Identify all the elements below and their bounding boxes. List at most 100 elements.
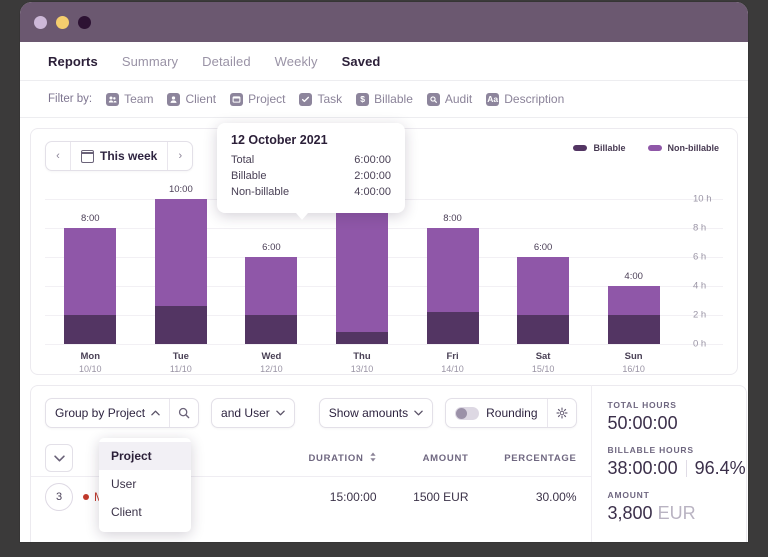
search-icon[interactable] [170, 407, 198, 419]
row-percentage: 30.00% [469, 490, 577, 504]
filter-team[interactable]: Team [106, 92, 153, 106]
dropdown-option-project[interactable]: Project [99, 442, 191, 470]
minimize-button[interactable] [56, 16, 69, 29]
chart-segment-billable [245, 315, 297, 344]
filter-client-label: Client [185, 92, 216, 106]
chart-x-label-date: 14/10 [427, 364, 479, 374]
and-user-control[interactable]: and User [211, 398, 295, 428]
group-by-label: Group by Project [55, 406, 145, 420]
filter-audit[interactable]: Audit [427, 92, 472, 106]
rounding-label: Rounding [486, 406, 537, 420]
expand-all-button[interactable] [45, 444, 73, 472]
chart-x-label: Sat 15/10 [517, 351, 569, 374]
chart-segment-non-billable [245, 257, 297, 315]
chevron-up-icon [151, 408, 160, 418]
rounding-control[interactable]: Rounding [445, 398, 576, 428]
chart-y-tick-label: 10 h [693, 193, 727, 204]
legend-swatch-billable [573, 145, 587, 151]
chart-segment-non-billable [64, 228, 116, 315]
task-checkbox-icon [299, 93, 312, 106]
sort-icon[interactable] [369, 452, 377, 465]
dropdown-option-client[interactable]: Client [99, 498, 191, 526]
tooltip-row-billable: Billable 2:00:00 [231, 169, 391, 185]
tooltip-row-total: Total 6:00:00 [231, 153, 391, 169]
chart-y-tick-label: 6 h [693, 251, 727, 262]
and-user-button[interactable]: and User [212, 406, 294, 420]
chart-x-label: Thu13/10 [336, 351, 388, 374]
chart-bar-value-label: 8:00 [64, 213, 116, 224]
report-table-section: Group by Project and User [30, 385, 738, 542]
column-header-duration[interactable]: DURATION [249, 452, 377, 465]
chart-x-label: Fri14/10 [427, 351, 479, 374]
chart-tooltip: 12 October 2021 Total 6:00:00 Billable 2… [217, 123, 405, 213]
legend-swatch-non-billable [648, 145, 662, 151]
chart-x-axis-labels: Mon10/10Tue11/10Wed12/10Thu13/10Fri14/10… [45, 351, 679, 374]
chart-bar-group[interactable]: 6:00 [517, 184, 569, 344]
tab-detailed[interactable]: Detailed [202, 54, 251, 69]
filter-billable-label: Billable [374, 92, 413, 106]
chart-y-tick-label: 8 h [693, 222, 727, 233]
chart-bar-value-label: 4:00 [608, 271, 660, 282]
chevron-down-icon [276, 408, 285, 418]
tooltip-label-total: Total [231, 153, 254, 169]
chart-bar-value-label: 6:00 [517, 242, 569, 253]
chart-x-label-date: 15/10 [517, 364, 569, 374]
chart-card: ‹ This week › Billable Non-billable 0 h2… [30, 128, 738, 375]
filter-billable[interactable]: $ Billable [356, 92, 413, 106]
chart-x-label-date: 16/10 [608, 364, 660, 374]
column-header-percentage[interactable]: PERCENTAGE [469, 453, 577, 464]
chart-segment-non-billable [517, 257, 569, 315]
summary-billable-percent: 96.4% [695, 458, 746, 479]
client-icon [167, 93, 180, 106]
tooltip-value-non-billable: 4:00:00 [354, 185, 391, 201]
column-header-amount[interactable]: AMOUNT [377, 453, 469, 464]
date-range-selector[interactable]: ‹ This week › [45, 141, 193, 171]
chart-bar-group[interactable]: 8:00 [427, 184, 479, 344]
close-button[interactable] [34, 16, 47, 29]
filter-client[interactable]: Client [167, 92, 216, 106]
prev-period-button[interactable]: ‹ [46, 150, 70, 162]
show-amounts-button[interactable]: Show amounts [320, 406, 432, 420]
window-titlebar [20, 2, 748, 42]
chart-bar-value-label: 8:00 [427, 213, 479, 224]
chart-segment-non-billable [608, 286, 660, 315]
chart-x-label-day: Sat [517, 351, 569, 362]
tab-weekly[interactable]: Weekly [275, 54, 318, 69]
filter-project[interactable]: Project [230, 92, 285, 106]
chart-x-label: Sun16/10 [608, 351, 660, 374]
date-range-value[interactable]: This week [71, 149, 167, 163]
filter-audit-label: Audit [445, 92, 472, 106]
chart-bar-group[interactable]: 4:00 [608, 184, 660, 344]
tab-saved[interactable]: Saved [342, 54, 381, 69]
gear-icon[interactable] [548, 407, 576, 419]
chart-bar-group[interactable]: 10:00 [155, 184, 207, 344]
chart-segment-non-billable [336, 199, 388, 333]
chart-legend: Billable Non-billable [573, 143, 719, 153]
project-icon [230, 93, 243, 106]
calendar-icon [81, 150, 94, 163]
tab-reports[interactable]: Reports [48, 54, 98, 69]
maximize-button[interactable] [78, 16, 91, 29]
show-amounts-control[interactable]: Show amounts [319, 398, 433, 428]
project-color-dot [83, 494, 89, 500]
chart-segment-non-billable [155, 199, 207, 307]
next-period-button[interactable]: › [168, 150, 192, 162]
row-amount: 1500 EUR [377, 490, 469, 504]
filter-project-label: Project [248, 92, 285, 106]
group-by-control[interactable]: Group by Project [45, 398, 199, 428]
table-controls: Group by Project and User [31, 386, 591, 440]
summary-amount-value: 3,800 [608, 503, 653, 523]
filter-task[interactable]: Task [299, 92, 342, 106]
filter-description[interactable]: Aa Description [486, 92, 564, 106]
chart-bar-group[interactable]: 8:00 [64, 184, 116, 344]
dropdown-option-user[interactable]: User [99, 470, 191, 498]
chart-x-label-date: 11/10 [155, 364, 207, 374]
group-by-button[interactable]: Group by Project [46, 406, 169, 420]
rounding-toggle[interactable] [455, 407, 479, 420]
legend-item-billable: Billable [573, 143, 625, 153]
tooltip-date: 12 October 2021 [231, 133, 391, 147]
tab-summary[interactable]: Summary [122, 54, 178, 69]
summary-total-hours-label: TOTAL HOURS [608, 400, 746, 410]
filter-description-label: Description [504, 92, 564, 106]
chart-x-label: Tue11/10 [155, 351, 207, 374]
